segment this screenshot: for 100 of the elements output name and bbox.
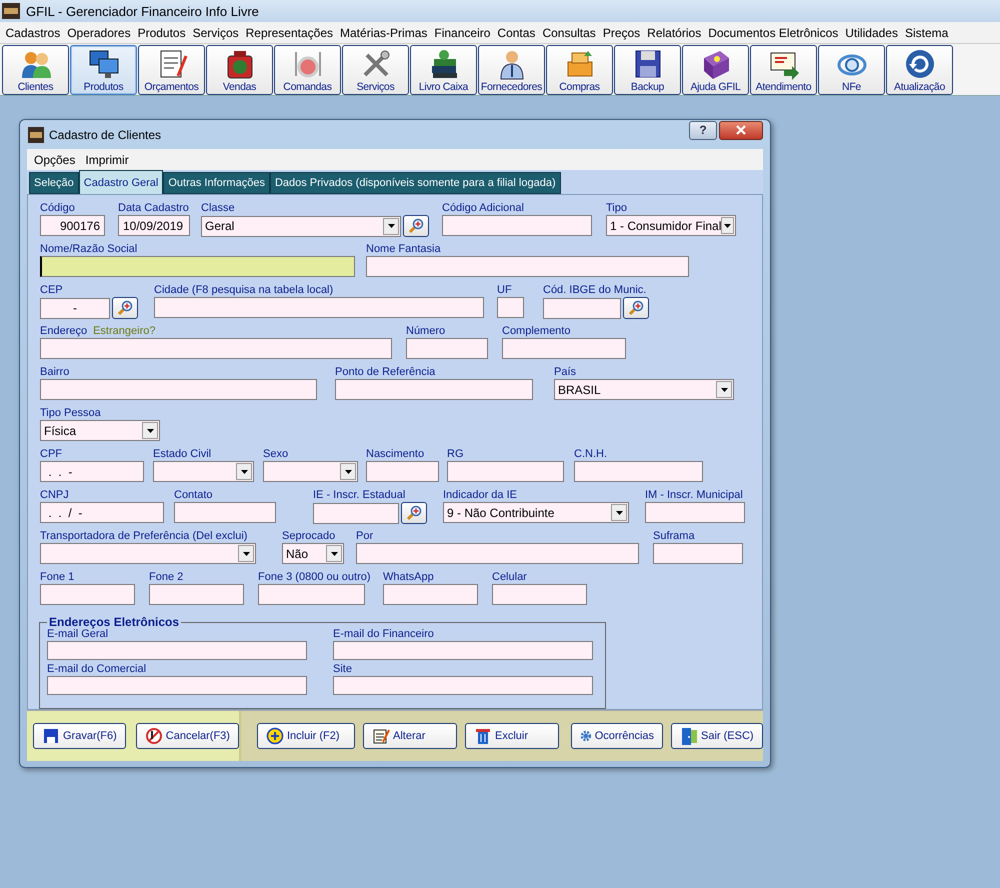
text-field[interactable] [383,584,478,605]
text-field[interactable]: 10/09/2019 [118,215,190,236]
text-field[interactable] [335,379,533,400]
dropdown-field[interactable]: Geral [201,216,401,236]
text-field[interactable] [366,256,689,277]
tab[interactable]: Seleção [29,172,79,194]
text-field[interactable] [645,502,745,523]
action-button[interactable]: Incluir (F2) [257,723,355,749]
toolbar-button[interactable]: Fornecedores [478,45,545,95]
action-button[interactable]: Excluir [465,723,559,749]
dropdown-arrow-icon [240,470,248,474]
dropdown-field[interactable]: 1 - Consumidor Final [606,215,736,236]
toolbar-button[interactable]: NFe [818,45,885,95]
text-field[interactable] [40,584,135,605]
text-field[interactable]: . . - [40,461,144,482]
tab[interactable]: Cadastro Geral [78,170,164,194]
toolbar-button[interactable]: Backup [614,45,681,95]
toolbar-button[interactable]: Vendas [206,45,273,95]
text-field[interactable] [258,584,365,605]
search-button[interactable] [112,297,138,319]
field-label: Data Cadastro [118,201,189,215]
field-label: Fone 1 [40,570,74,584]
menu-item[interactable]: Representações [242,26,337,40]
text-field[interactable] [653,543,743,564]
toolbar-button[interactable]: Serviços [342,45,409,95]
text-field[interactable] [154,297,484,318]
text-field[interactable] [356,543,639,564]
text-field[interactable] [492,584,587,605]
menu-item[interactable]: Matérias-Primas [336,26,431,40]
dropdown-arrow-icon [146,428,154,432]
dropdown-field[interactable]: Física [40,420,160,441]
text-field[interactable] [442,215,592,236]
action-button[interactable]: Cancelar(F3) [136,723,239,749]
text-field[interactable] [574,461,703,482]
dropdown-field[interactable] [263,461,358,482]
menu-item[interactable]: Opções [29,152,80,166]
action-button[interactable]: Gravar(F6) [33,723,126,749]
text-field[interactable] [40,338,392,359]
text-field[interactable] [174,502,276,523]
toolbar-button[interactable]: Orçamentos [138,45,205,95]
toolbar-button[interactable]: Atualização [886,45,953,95]
plus-icon [266,727,284,745]
menu-item[interactable]: Documentos Eletrônicos [704,26,842,40]
close-button[interactable] [719,120,763,140]
text-field[interactable] [40,256,355,277]
tab[interactable]: Outras Informações [163,172,270,194]
menu-item[interactable]: Cadastros [2,26,64,40]
tab[interactable]: Dados Privados (disponíveis somente para a filial logada) [270,172,561,194]
dropdown-field[interactable]: Não [282,543,344,564]
menu-item[interactable]: Consultas [538,26,600,40]
text-field[interactable] [502,338,626,359]
toolbar-button[interactable]: Livro Caixa [410,45,477,95]
menu-item[interactable]: Financeiro [430,26,494,40]
search-button[interactable] [401,502,427,524]
field-label: Nascimento [366,447,424,461]
field-label: Site [333,662,353,676]
text-field[interactable] [47,641,307,660]
menu-item[interactable]: Relatórios [644,26,705,40]
action-button[interactable]: Sair (ESC) [671,723,763,749]
menu-item[interactable]: Serviços [189,26,242,40]
text-field[interactable] [333,641,593,660]
menu-item[interactable]: Operadores [64,26,134,40]
menu-item[interactable]: Contas [494,26,539,40]
field-label: RG [447,447,464,461]
menu-item[interactable]: Preços [599,26,644,40]
toolbar-button[interactable]: Compras [546,45,613,95]
text-field[interactable]: 900176 [40,215,105,236]
text-field[interactable] [366,461,439,482]
text-field[interactable] [406,338,488,359]
text-field[interactable] [543,298,621,318]
menu-item[interactable]: Sistema [901,26,952,40]
dropdown-field[interactable]: 9 - Não Contribuinte [443,502,629,523]
toolbar-button[interactable]: Comandas [274,45,341,95]
text-field[interactable] [149,584,244,605]
menu-item[interactable]: Produtos [134,26,190,40]
text-field[interactable] [47,676,307,695]
text-field[interactable]: . . / - [40,502,164,523]
text-field[interactable] [333,676,593,695]
field-label: Estado Civil [153,447,212,461]
help-button[interactable]: ? [689,120,717,140]
menu-item[interactable]: Imprimir [80,152,134,166]
text-field[interactable] [313,502,399,524]
text-field[interactable] [447,461,564,482]
toolbar-button[interactable]: Produtos [70,45,137,95]
toolbar-button[interactable]: Clientes [2,45,69,95]
search-button[interactable] [623,297,649,319]
dropdown-field[interactable] [40,543,256,564]
field-label: Nome/Razão Social [40,242,138,256]
dropdown-field[interactable] [153,461,254,482]
dropdown-field[interactable]: BRASIL [554,379,734,400]
toolbar-button[interactable]: Atendimento [750,45,817,95]
toolbar-button[interactable]: Ajuda GFIL [682,45,749,95]
search-button[interactable] [403,215,429,237]
text-field[interactable] [40,379,317,400]
text-field[interactable]: - [40,298,110,318]
action-button[interactable]: Alterar [363,723,457,749]
dropdown-arrow-icon [388,224,394,228]
action-button[interactable]: Ocorrências [571,723,663,749]
text-field[interactable] [497,297,524,318]
menu-item[interactable]: Utilidades [842,26,902,40]
